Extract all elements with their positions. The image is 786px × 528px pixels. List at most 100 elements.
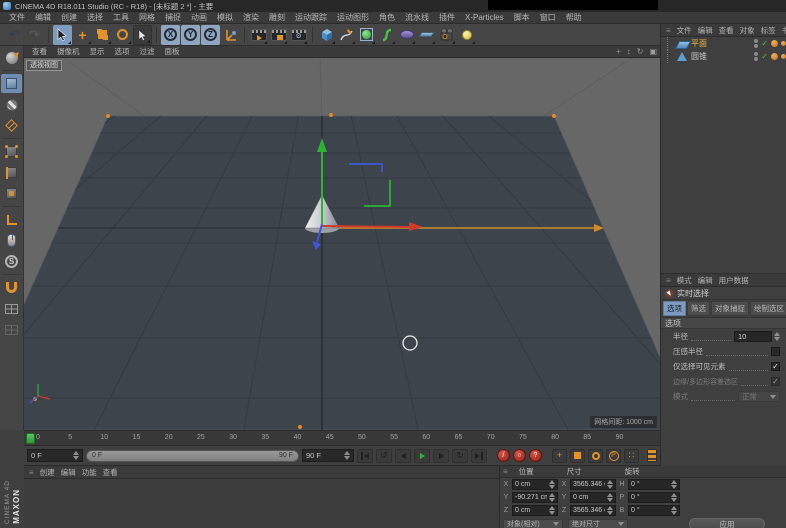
size-y-field[interactable]: 0 cm <box>570 492 616 503</box>
go-to-end-button[interactable] <box>471 449 487 463</box>
rotate-tool-button[interactable] <box>113 25 132 45</box>
menu-item[interactable]: 运动图形 <box>332 12 374 23</box>
size-mode-dropdown[interactable]: 绝对尺寸 <box>568 519 628 528</box>
viewport-menu-item[interactable]: 查看 <box>27 46 52 57</box>
position-z-field[interactable]: 0 cm <box>512 505 558 516</box>
points-mode-button[interactable] <box>1 142 22 161</box>
enable-axis-button[interactable] <box>1 210 22 229</box>
menu-item[interactable]: 动画 <box>186 12 212 23</box>
sound-toggle-button[interactable] <box>647 449 657 462</box>
render-view-button[interactable] <box>249 25 268 45</box>
object-type-icon[interactable] <box>676 38 688 49</box>
object-manager-menu-item[interactable]: 对象 <box>737 25 758 36</box>
panel-menu-icon[interactable]: ≡ <box>26 468 37 477</box>
visible-only-checkbox[interactable]: ✓ <box>771 362 780 371</box>
menu-item[interactable]: 渲染 <box>238 12 264 23</box>
material-manager-menu-item[interactable]: 编辑 <box>58 467 79 478</box>
menu-item[interactable]: 窗口 <box>535 12 561 23</box>
rotation-h-field[interactable]: 0 ° <box>628 479 680 490</box>
viewport-menu-item[interactable]: 显示 <box>85 46 110 57</box>
phong-tag-icon[interactable] <box>771 40 778 47</box>
viewport-menu-item[interactable]: 摄像机 <box>52 46 85 57</box>
menu-item[interactable]: 网格 <box>134 12 160 23</box>
object-manager-menu-item[interactable]: 书签 <box>779 25 786 36</box>
gizmo-x-axis[interactable] <box>322 226 409 227</box>
apply-button[interactable]: 应用 <box>689 518 765 528</box>
timeline-playhead[interactable] <box>26 433 35 444</box>
object-name[interactable]: 圆锥 <box>691 51 751 62</box>
viewport-name-label[interactable]: 透视视图 <box>26 60 62 71</box>
add-primitive-button[interactable] <box>317 25 336 45</box>
material-list-empty[interactable] <box>24 479 499 528</box>
object-manager-list[interactable]: 平面 ✓ 圆锥 ✓ <box>661 37 786 274</box>
add-subdivision-surface-button[interactable] <box>357 25 376 45</box>
coordinate-system-button[interactable] <box>221 25 240 45</box>
enable-snap-button[interactable] <box>1 278 22 297</box>
play-forward-button[interactable] <box>414 449 430 463</box>
viewport-menu-item[interactable]: 面板 <box>160 46 185 57</box>
undo-icon[interactable]: ↶ <box>5 25 24 45</box>
record-scale-button[interactable] <box>570 449 585 463</box>
menu-item[interactable]: 插件 <box>434 12 460 23</box>
zoom-view-icon[interactable]: ↕ <box>624 48 634 56</box>
add-spline-button[interactable] <box>337 25 356 45</box>
last-used-tool-button[interactable] <box>133 25 152 45</box>
attribute-tab[interactable]: 对象捕捉 <box>711 301 749 316</box>
menu-item[interactable]: 脚本 <box>509 12 535 23</box>
lock-z-axis-button[interactable]: Z <box>201 25 220 45</box>
menu-item[interactable]: 捕捉 <box>160 12 186 23</box>
autokeying-button[interactable]: ○ <box>513 449 526 462</box>
coordinate-mode-dropdown[interactable]: 对象(相对) <box>503 519 563 528</box>
plane-object-surface[interactable] <box>24 116 660 430</box>
viewport-solo-button[interactable]: S <box>1 252 22 271</box>
texture-mode-button[interactable] <box>1 95 22 114</box>
redo-icon[interactable]: ↷ <box>25 25 44 45</box>
material-manager-menu-item[interactable]: 功能 <box>79 467 100 478</box>
object-name[interactable]: 平面 <box>691 38 751 49</box>
material-manager-menu-item[interactable]: 创建 <box>37 467 58 478</box>
record-keyframe-button[interactable]: / <box>497 449 510 462</box>
point-level-animation-button[interactable]: ∷ <box>624 449 639 463</box>
render-settings-button[interactable] <box>289 25 308 45</box>
visibility-dots[interactable] <box>754 52 758 61</box>
live-selection-tool-button[interactable] <box>53 25 72 45</box>
attribute-tab[interactable]: 选项 <box>663 301 686 316</box>
edges-mode-button[interactable] <box>1 163 22 182</box>
rotation-p-field[interactable]: 0 ° <box>628 492 680 503</box>
position-y-field[interactable]: -90.271 cm <box>512 492 558 503</box>
add-camera-button[interactable] <box>437 25 456 45</box>
tag-dot-icon[interactable] <box>781 54 786 59</box>
size-z-field[interactable]: 3565.346 cm <box>570 505 616 516</box>
record-parameter-button[interactable]: P <box>606 449 621 463</box>
toggle-view-icon[interactable]: ▣ <box>646 48 660 56</box>
locked-workplane-button[interactable] <box>1 320 22 339</box>
object-manager-menu-item[interactable]: 查看 <box>716 25 737 36</box>
viewport-menu-item[interactable]: 过滤 <box>135 46 160 57</box>
attribute-manager-menu-item[interactable]: 模式 <box>674 275 695 286</box>
add-environment-button[interactable] <box>397 25 416 45</box>
menu-item[interactable]: 文件 <box>4 12 30 23</box>
enabled-check-icon[interactable]: ✓ <box>761 53 768 61</box>
play-loop-button[interactable]: ↻ <box>452 449 468 463</box>
spinner-icon[interactable] <box>344 451 350 460</box>
add-deformer-button[interactable] <box>377 25 396 45</box>
add-floor-button[interactable] <box>417 25 436 45</box>
add-light-button[interactable] <box>457 25 476 45</box>
workplane-mode-button[interactable] <box>1 116 22 135</box>
object-manager-menu-item[interactable]: 标签 <box>758 25 779 36</box>
rotation-b-field[interactable]: 0 ° <box>628 505 680 516</box>
lock-y-axis-button[interactable]: Y <box>181 25 200 45</box>
tag-dot-icon[interactable] <box>781 41 786 46</box>
radius-field[interactable]: 10 <box>734 331 772 342</box>
object-row[interactable]: 平面 ✓ <box>661 37 786 50</box>
play-backward-button[interactable]: ↺ <box>376 449 392 463</box>
frame-range-slider[interactable]: 0 F 90 F <box>86 450 299 462</box>
menu-item[interactable]: 选择 <box>82 12 108 23</box>
attribute-tab[interactable]: 绘制选区 <box>750 301 786 316</box>
spinner-icon[interactable] <box>73 451 79 460</box>
pressure-radius-checkbox[interactable] <box>771 347 780 356</box>
render-picture-viewer-button[interactable] <box>269 25 288 45</box>
record-rotation-button[interactable] <box>588 449 603 463</box>
keyframe-selection-button[interactable]: ? <box>529 449 542 462</box>
material-manager-menu-item[interactable]: 查看 <box>100 467 121 478</box>
